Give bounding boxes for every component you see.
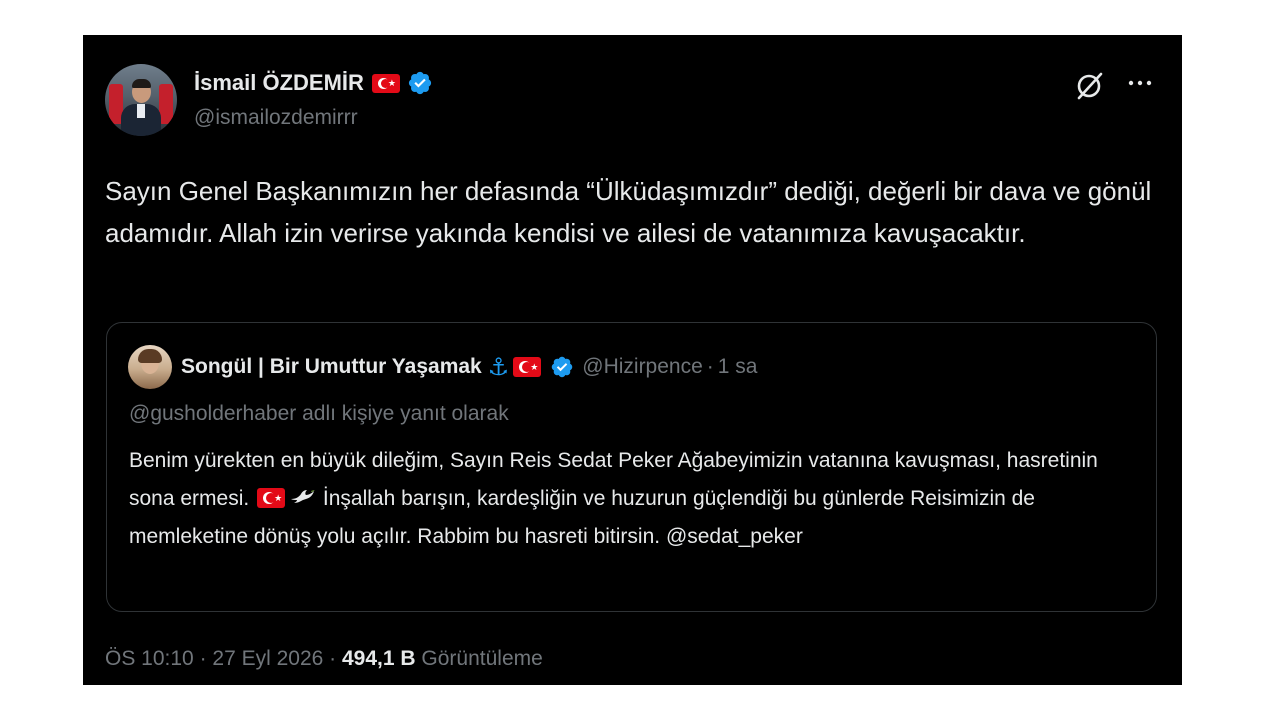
author-name[interactable]: İsmail ÖZDEMİR xyxy=(194,70,364,96)
views-count[interactable]: 494,1 B xyxy=(342,647,416,670)
quote-author-avatar[interactable] xyxy=(128,345,172,389)
views-label: Görüntüleme xyxy=(421,647,543,670)
dove-icon xyxy=(291,490,316,503)
tweet-footer: ÖS 10:10 · 27 Eyl 2026 · 494,1 B Görüntü… xyxy=(105,647,543,671)
separator-dot: · xyxy=(329,647,342,670)
tweet-card: İsmail ÖZDEMİR ★ @ismailozdemirrr Sayın … xyxy=(83,35,1182,685)
reply-context: @gusholderhaber adlı kişiye yanıt olarak xyxy=(129,402,509,425)
tweet-time[interactable]: ÖS 10:10 xyxy=(105,647,194,670)
grok-icon[interactable] xyxy=(1073,69,1107,103)
quote-author-name[interactable]: Songül | Bir Umuttur Yaşamak xyxy=(181,355,482,379)
tweet-text: Sayın Genel Başkanımızın her defasında “… xyxy=(105,176,1152,248)
quote-text: Benim yürekten en büyük dileğim, Sayın R… xyxy=(129,442,1144,556)
quote-handle[interactable]: @Hizirpence xyxy=(582,355,703,379)
verified-badge-icon[interactable] xyxy=(550,355,574,379)
verified-badge-icon[interactable] xyxy=(407,70,433,96)
turkish-flag-icon: ★ xyxy=(257,488,286,508)
anchor-icon: ⚓ xyxy=(487,353,510,381)
separator-dot: · xyxy=(199,647,213,670)
tweet-date[interactable]: 27 Eyl 2026 xyxy=(212,647,323,670)
more-icon[interactable] xyxy=(1123,69,1157,103)
mention-link[interactable]: @sedat_peker xyxy=(666,525,803,548)
turkish-flag-icon: ★ xyxy=(371,73,400,93)
quoted-tweet[interactable]: Songül | Bir Umuttur Yaşamak ⚓ ★ @Hizirp… xyxy=(106,322,1157,612)
separator-dot: · xyxy=(706,355,714,378)
author-avatar[interactable] xyxy=(105,64,177,136)
turkish-flag-icon: ★ xyxy=(513,357,542,377)
quote-header: Songül | Bir Umuttur Yaşamak ⚓ ★ @Hizirp… xyxy=(181,351,757,383)
author-handle[interactable]: @ismailozdemirrr xyxy=(194,106,358,130)
quote-timestamp[interactable]: 1 sa xyxy=(718,355,758,379)
author-name-row: İsmail ÖZDEMİR ★ xyxy=(194,68,433,98)
